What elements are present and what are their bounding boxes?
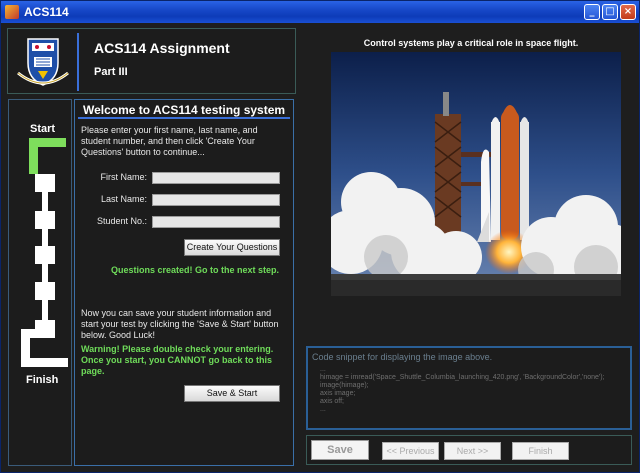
app-window: ACS114 _ □ × ACS114 Assignment Part III … [0, 0, 640, 473]
progress-connector [42, 264, 48, 282]
save-instructions: Now you can save your student informatio… [81, 308, 279, 340]
registration-form: Welcome to ACS114 testing system Please … [74, 99, 294, 466]
student-no-label: Student No.: [96, 216, 147, 226]
code-line: ... [320, 366, 326, 373]
page-subtitle: Part III [94, 66, 128, 78]
progress-step [35, 282, 55, 300]
code-line: ... [320, 406, 326, 413]
code-line: axis off; [320, 398, 344, 405]
code-line: image(himage); [320, 382, 369, 389]
last-name-field[interactable] [152, 194, 280, 206]
first-name-label: First Name: [100, 172, 147, 182]
shuttle-launch-image [331, 52, 621, 296]
progress-finish-bar [21, 358, 68, 367]
close-icon[interactable]: × [620, 4, 636, 20]
navigation-panel: Save << Previous Next >> Finish [306, 435, 632, 465]
create-questions-button[interactable]: Create Your Questions [184, 239, 280, 256]
code-snippet-panel: Code snippet for displaying the image ab… [306, 346, 632, 430]
launch-illustration [331, 52, 621, 296]
progress-segment-done [29, 138, 38, 174]
page-title: ACS114 Assignment [94, 40, 230, 56]
progress-step [35, 246, 55, 264]
progress-step [35, 320, 55, 338]
progress-step [35, 211, 55, 229]
form-heading: Welcome to ACS114 testing system [83, 103, 286, 117]
title-bar[interactable]: ACS114 _ □ × [1, 1, 639, 23]
progress-step [35, 174, 55, 192]
finish-button[interactable]: Finish [512, 442, 569, 460]
form-instructions: Please enter your first name, last name,… [81, 125, 258, 157]
window-controls: _ □ × [584, 4, 636, 20]
save-button[interactable]: Save [311, 440, 369, 460]
heading-divider [78, 117, 290, 119]
header-panel: ACS114 Assignment Part III [7, 28, 296, 94]
next-button[interactable]: Next >> [444, 442, 501, 460]
window-title: ACS114 [24, 5, 69, 19]
image-caption: Control systems play a critical role in … [363, 38, 579, 48]
previous-button[interactable]: << Previous [382, 442, 439, 460]
code-line: himage = imread('Space_Shuttle_Columbia_… [320, 374, 605, 381]
progress-connector [42, 300, 48, 320]
questions-created-message: Questions created! Go to the next step. [111, 265, 280, 275]
progress-start-label: Start [30, 123, 56, 135]
maximize-icon[interactable]: □ [602, 4, 618, 20]
progress-connector [42, 192, 48, 211]
progress-finish-label: Finish [26, 374, 59, 386]
minimize-icon[interactable]: _ [584, 4, 600, 20]
first-name-field[interactable] [152, 172, 280, 184]
code-snippet-title: Code snippet for displaying the image ab… [312, 352, 493, 362]
last-name-label: Last Name: [100, 194, 147, 204]
logo-divider [77, 33, 79, 91]
progress-connector [42, 229, 48, 246]
progress-panel: Start Finish [8, 99, 72, 466]
code-line: axis image; [320, 390, 356, 397]
save-start-button[interactable]: Save & Start [184, 385, 280, 402]
student-no-field[interactable] [152, 216, 280, 228]
app-icon [5, 5, 19, 19]
warning-message: Warning! Please double check your enteri… [81, 344, 274, 376]
university-crest-icon [17, 38, 69, 86]
